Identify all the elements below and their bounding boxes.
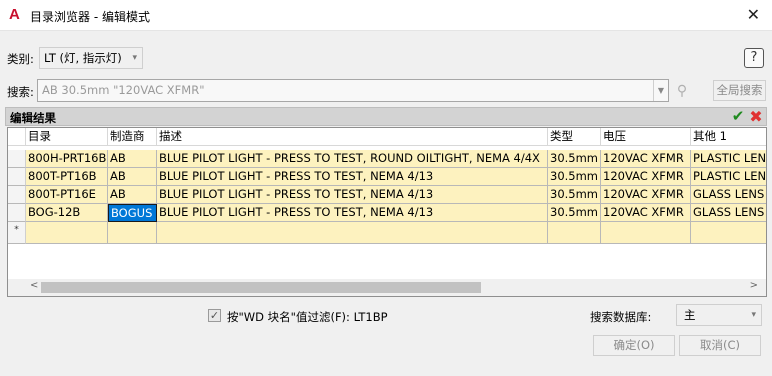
voltage-cell[interactable]: 120VAC XFMR (601, 168, 691, 186)
results-table: 目录 制造商 描述 类型 电压 其他 1 800H-PRT16B AB BLUE… (7, 127, 767, 297)
scrollbar-thumb[interactable] (41, 282, 481, 293)
column-header[interactable]: 电压 (601, 128, 691, 146)
filter-label: 按"WD 块名"值过滤(F): LT1BP (227, 310, 388, 324)
description-cell[interactable]: BLUE PILOT LIGHT - PRESS TO TEST, NEMA 4… (157, 168, 548, 186)
search-icon[interactable]: ⚲ (672, 81, 692, 101)
category-value: LT (灯, 指示灯) (44, 51, 122, 65)
manufacturer-cell[interactable]: AB (108, 186, 157, 204)
filter-checkbox[interactable]: ✓ (208, 309, 221, 322)
scroll-left-icon[interactable]: < (30, 280, 38, 291)
type-cell[interactable]: 30.5mm (548, 186, 601, 204)
window-title: 目录浏览器 - 编辑模式 (30, 10, 150, 24)
row-selector[interactable] (8, 186, 26, 204)
misc1-cell[interactable]: PLASTIC LENS (691, 150, 766, 168)
manufacturer-cell[interactable]: AB (108, 168, 157, 186)
type-cell[interactable]: 30.5mm (548, 168, 601, 186)
search-label: 搜索: (7, 85, 34, 99)
edit-results-header: 编辑结果 ✔ ✖ (5, 107, 767, 126)
row-selector[interactable] (8, 150, 26, 168)
help-icon[interactable]: ? (744, 48, 764, 68)
column-header[interactable]: 描述 (157, 128, 548, 146)
discard-edits-icon[interactable]: ✖ (747, 108, 765, 125)
type-cell[interactable]: 30.5mm (548, 150, 601, 168)
chevron-down-icon: ▾ (751, 310, 756, 320)
chevron-down-icon: ▾ (132, 53, 137, 63)
title-bar: A 目录浏览器 - 编辑模式 ✕ (0, 0, 772, 31)
category-dropdown[interactable]: LT (灯, 指示灯) ▾ (39, 47, 143, 69)
description-cell[interactable]: BLUE PILOT LIGHT - PRESS TO TEST, NEMA 4… (157, 204, 548, 222)
type-cell[interactable] (548, 222, 601, 244)
table-row[interactable]: 800H-PRT16B AB BLUE PILOT LIGHT - PRESS … (8, 150, 766, 168)
voltage-cell[interactable]: 120VAC XFMR (601, 150, 691, 168)
manufacturer-cell[interactable]: AB (108, 150, 157, 168)
global-search-button[interactable]: 全局搜索 (713, 80, 766, 101)
catalog-cell[interactable]: 800H-PRT16B (26, 150, 108, 168)
row-selector[interactable] (8, 168, 26, 186)
search-input[interactable]: AB 30.5mm "120VAC XFMR" (37, 79, 669, 102)
manufacturer-cell[interactable] (108, 222, 157, 244)
new-row[interactable]: * (8, 222, 766, 244)
category-label: 类别: (7, 52, 34, 66)
accept-edits-icon[interactable]: ✔ (729, 108, 747, 125)
catalog-cell[interactable]: BOG-12B (26, 204, 108, 222)
database-value: 主 (684, 308, 696, 322)
search-input-value: AB 30.5mm "120VAC XFMR" (42, 83, 205, 97)
table-header-row: 目录 制造商 描述 类型 电压 其他 1 (8, 128, 766, 146)
description-cell[interactable]: BLUE PILOT LIGHT - PRESS TO TEST, ROUND … (157, 150, 548, 168)
column-header[interactable]: 类型 (548, 128, 601, 146)
ok-button[interactable]: 确定(O) (593, 335, 675, 356)
database-label: 搜索数据库: (590, 310, 652, 324)
close-icon[interactable]: ✕ (747, 5, 760, 24)
new-row-marker: * (8, 222, 26, 244)
voltage-cell[interactable]: 120VAC XFMR (601, 186, 691, 204)
horizontal-scrollbar[interactable]: < > (8, 279, 766, 296)
catalog-cell[interactable]: 800T-PT16E (26, 186, 108, 204)
voltage-cell[interactable] (601, 222, 691, 244)
description-cell[interactable] (157, 222, 548, 244)
scroll-right-icon[interactable]: > (750, 280, 758, 291)
misc1-cell[interactable]: GLASS LENS (691, 186, 766, 204)
header-corner (8, 128, 26, 146)
table-row[interactable]: 800T-PT16B AB BLUE PILOT LIGHT - PRESS T… (8, 168, 766, 186)
row-selector[interactable] (8, 204, 26, 222)
column-header[interactable]: 其他 1 (691, 128, 766, 146)
edit-results-label: 编辑结果 (10, 111, 56, 125)
misc1-cell[interactable] (691, 222, 766, 244)
autocad-app-icon: A (9, 6, 20, 23)
type-cell[interactable]: 30.5mm (548, 204, 601, 222)
misc1-cell[interactable]: GLASS LENS (691, 204, 766, 222)
column-header[interactable]: 目录 (26, 128, 108, 146)
table-row[interactable]: 800T-PT16E AB BLUE PILOT LIGHT - PRESS T… (8, 186, 766, 204)
description-cell[interactable]: BLUE PILOT LIGHT - PRESS TO TEST, NEMA 4… (157, 186, 548, 204)
catalog-cell[interactable] (26, 222, 108, 244)
table-row[interactable]: BOG-12B BOGUS BLUE PILOT LIGHT - PRESS T… (8, 204, 766, 222)
column-header[interactable]: 制造商 (108, 128, 157, 146)
manufacturer-cell-selected[interactable]: BOGUS (108, 204, 157, 222)
catalog-cell[interactable]: 800T-PT16B (26, 168, 108, 186)
database-dropdown[interactable]: 主 ▾ (676, 304, 762, 326)
search-history-dropdown[interactable]: ▼ (653, 80, 668, 101)
cancel-button[interactable]: 取消(C) (679, 335, 761, 356)
voltage-cell[interactable]: 120VAC XFMR (601, 204, 691, 222)
misc1-cell[interactable]: PLASTIC LENS (691, 168, 766, 186)
